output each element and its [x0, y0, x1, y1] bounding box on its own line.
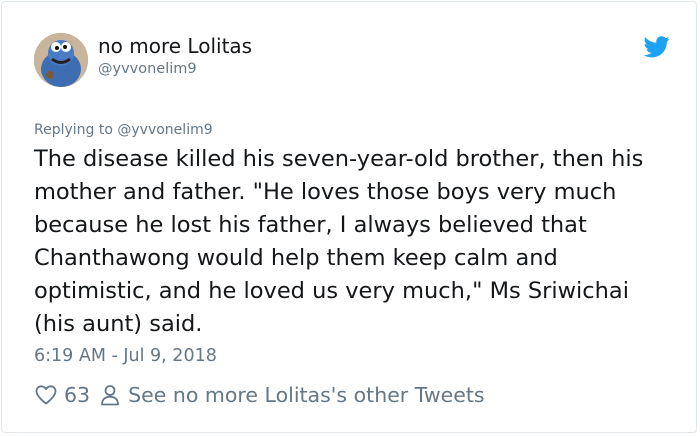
- tweet-timestamp[interactable]: 6:19 AM - Jul 9, 2018: [34, 346, 217, 366]
- like-count: 63: [64, 383, 91, 407]
- heart-icon: [35, 385, 57, 405]
- replying-label: Replying to: [34, 122, 113, 138]
- tweet-card: no more Lolitas @yvvonelim9 Replying to …: [1, 1, 697, 433]
- twitter-bird-icon[interactable]: [644, 36, 670, 58]
- replying-to: Replying to @yvvonelim9: [34, 122, 213, 138]
- avatar-image: [34, 33, 88, 87]
- person-icon: [101, 385, 119, 406]
- author-handle[interactable]: @yvvonelim9: [98, 61, 197, 77]
- see-other-tweets-label: See no more Lolitas's other Tweets: [128, 383, 485, 407]
- replying-handle-link[interactable]: @yvvonelim9: [117, 122, 212, 138]
- like-button[interactable]: 63: [34, 383, 90, 407]
- see-other-tweets-link[interactable]: See no more Lolitas's other Tweets: [100, 383, 485, 407]
- tweet-text: The disease killed his seven-year-old br…: [34, 146, 644, 337]
- author-name[interactable]: no more Lolitas: [98, 34, 252, 58]
- tweet-actions: 63 See no more Lolitas's other Tweets: [34, 380, 485, 410]
- avatar[interactable]: [34, 33, 88, 87]
